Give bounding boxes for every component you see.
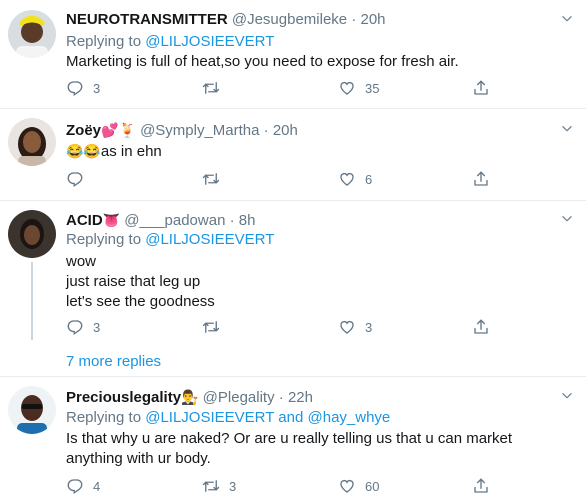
reply-count: 4 bbox=[93, 478, 101, 494]
retweet-icon bbox=[202, 477, 220, 495]
share-icon bbox=[472, 79, 490, 97]
avatar[interactable] bbox=[8, 10, 56, 58]
share-button[interactable] bbox=[472, 318, 490, 336]
caret-down-icon[interactable] bbox=[560, 212, 574, 226]
like-icon bbox=[338, 79, 356, 97]
reply-count: 3 bbox=[93, 319, 101, 335]
share-icon bbox=[472, 170, 490, 188]
tweet-text: wow just raise that leg up let's see the… bbox=[66, 253, 215, 310]
like-icon bbox=[338, 318, 356, 336]
share-button[interactable] bbox=[472, 477, 490, 495]
avatar[interactable] bbox=[8, 210, 56, 258]
retweet-icon bbox=[202, 79, 220, 97]
mention-link[interactable]: @LILJOSIEEVERT bbox=[145, 231, 274, 248]
separator: · bbox=[229, 212, 235, 229]
caret-down-icon[interactable] bbox=[560, 12, 574, 26]
reply-icon bbox=[66, 318, 84, 336]
thread-line bbox=[31, 262, 33, 340]
display-name[interactable]: ACID bbox=[66, 212, 103, 229]
display-name[interactable]: Zoëy bbox=[66, 122, 101, 139]
share-icon bbox=[472, 318, 490, 336]
retweet-button[interactable]: 3 bbox=[202, 477, 236, 495]
reply-button[interactable]: 3 bbox=[66, 79, 100, 97]
reply-count: 3 bbox=[93, 80, 101, 96]
handle[interactable]: @Symply_Martha bbox=[140, 122, 259, 139]
replying-to: Replying to @LILJOSIEEVERT bbox=[66, 33, 275, 50]
timestamp[interactable]: 8h bbox=[239, 212, 256, 229]
reply-button[interactable] bbox=[66, 170, 93, 188]
tweet-actions: 3 35 bbox=[66, 79, 526, 99]
like-count: 60 bbox=[365, 478, 380, 494]
reply-icon bbox=[66, 79, 84, 97]
more-replies-link[interactable]: 7 more replies bbox=[66, 353, 161, 370]
tweet-text: Marketing is full of heat,so you need to… bbox=[66, 53, 459, 70]
text-emojis: 😂😂 bbox=[66, 143, 101, 159]
tweet-4[interactable]: Preciouslegality👨‍⚖️ @Plegality · 22h Re… bbox=[0, 376, 586, 503]
separator: · bbox=[278, 389, 284, 406]
reply-icon bbox=[66, 477, 84, 495]
handle[interactable]: @Plegality bbox=[203, 389, 275, 406]
display-name[interactable]: NEUROTRANSMITTER bbox=[66, 11, 228, 28]
retweet-icon bbox=[202, 318, 220, 336]
reply-button[interactable]: 4 bbox=[66, 477, 100, 495]
retweet-button[interactable] bbox=[202, 170, 229, 188]
avatar[interactable] bbox=[8, 118, 56, 166]
retweet-count: 3 bbox=[229, 478, 237, 494]
mention-link[interactable]: @LILJOSIEEVERT bbox=[145, 33, 274, 50]
tweet-1[interactable]: NEUROTRANSMITTER @Jesugbemileke · 20h Re… bbox=[0, 0, 586, 109]
like-count: 35 bbox=[365, 80, 380, 96]
name-emojis: 👨‍⚖️ bbox=[181, 389, 199, 405]
retweet-icon bbox=[202, 170, 220, 188]
tweet-text: Is that why u are naked? Or are u really… bbox=[66, 430, 513, 467]
display-name[interactable]: Preciouslegality bbox=[66, 389, 181, 406]
caret-down-icon[interactable] bbox=[560, 389, 574, 403]
like-icon bbox=[338, 477, 356, 495]
share-button[interactable] bbox=[472, 170, 490, 188]
replying-to: Replying to @LILJOSIEEVERT and @hay_whye bbox=[66, 409, 391, 426]
retweet-button[interactable] bbox=[202, 79, 229, 97]
reply-button[interactable]: 3 bbox=[66, 318, 100, 336]
handle[interactable]: @Jesugbemileke bbox=[232, 11, 347, 28]
share-icon bbox=[472, 477, 490, 495]
replying-to: Replying to @LILJOSIEEVERT bbox=[66, 231, 275, 248]
separator: · bbox=[263, 122, 269, 139]
mention-link-2[interactable]: @hay_whye bbox=[308, 409, 391, 426]
tweet-actions: 4 3 60 bbox=[66, 477, 526, 497]
share-button[interactable] bbox=[472, 79, 490, 97]
timestamp[interactable]: 20h bbox=[273, 122, 298, 139]
like-button[interactable]: 35 bbox=[338, 79, 379, 97]
avatar[interactable] bbox=[8, 386, 56, 434]
tweet-2[interactable]: Zoëy💕🍹 @Symply_Martha · 20h 😂😂as in ehn … bbox=[0, 108, 586, 201]
tweet-actions: 6 bbox=[66, 170, 526, 190]
timestamp[interactable]: 20h bbox=[360, 11, 385, 28]
like-icon bbox=[338, 170, 356, 188]
timestamp[interactable]: 22h bbox=[288, 389, 313, 406]
name-emojis: 💕🍹 bbox=[101, 122, 136, 138]
reply-icon bbox=[66, 170, 84, 188]
like-button[interactable]: 60 bbox=[338, 477, 379, 495]
tweet-actions: 3 3 bbox=[66, 318, 526, 338]
name-emojis: 👅 bbox=[102, 212, 121, 228]
like-button[interactable]: 3 bbox=[338, 318, 372, 336]
retweet-button[interactable] bbox=[202, 318, 229, 336]
like-count: 3 bbox=[365, 319, 373, 335]
handle[interactable]: @___padowan bbox=[124, 212, 225, 229]
tweet-text: 😂😂as in ehn bbox=[66, 143, 162, 160]
caret-down-icon[interactable] bbox=[560, 122, 574, 136]
like-button[interactable]: 6 bbox=[338, 170, 372, 188]
tweet-3[interactable]: ACID👅 @___padowan · 8h Replying to @LILJ… bbox=[0, 200, 586, 377]
like-count: 6 bbox=[365, 171, 373, 187]
separator: · bbox=[351, 11, 357, 28]
mention-link[interactable]: @LILJOSIEEVERT bbox=[145, 409, 274, 426]
